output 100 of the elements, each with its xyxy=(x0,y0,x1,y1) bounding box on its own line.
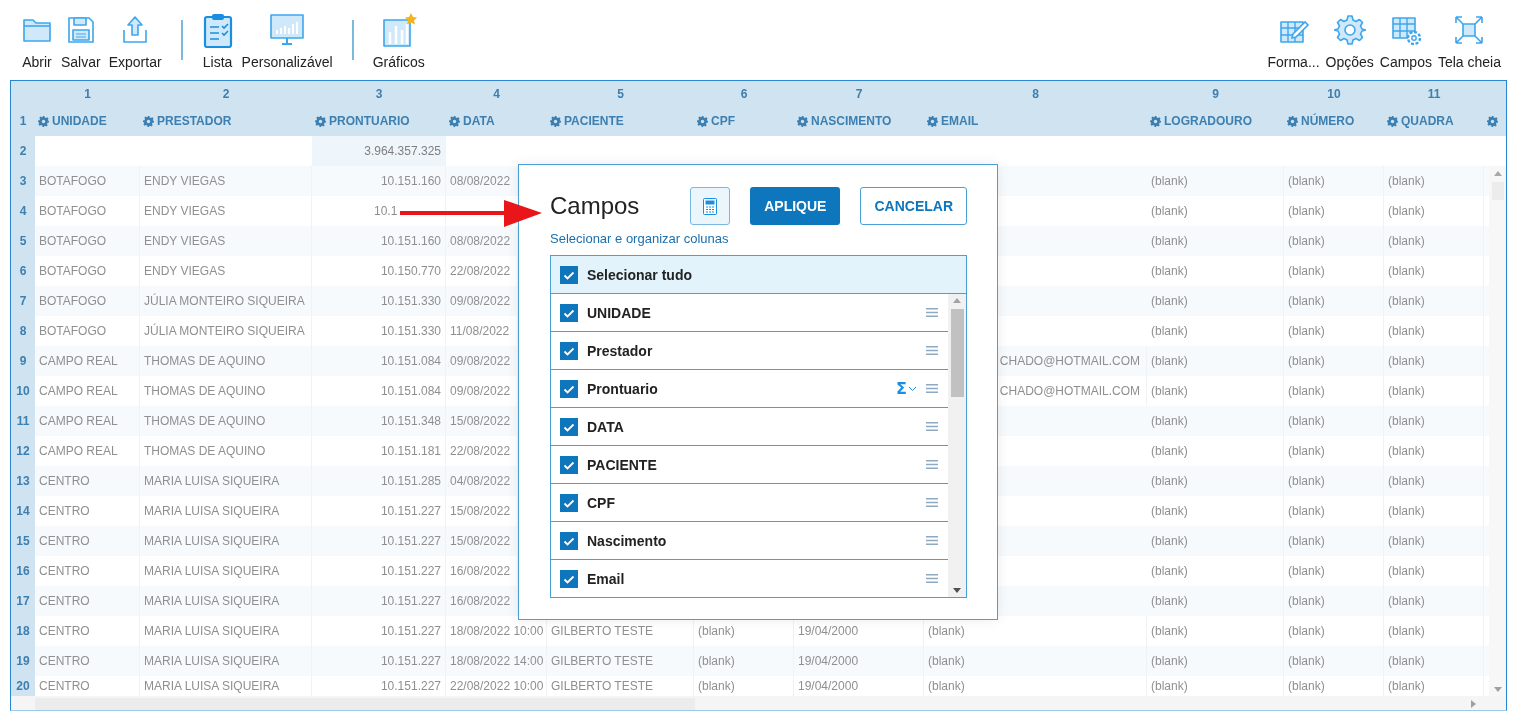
table-gear-icon xyxy=(1389,14,1422,46)
scroll-down-icon[interactable] xyxy=(953,588,961,593)
scroll-up-icon[interactable] xyxy=(953,298,961,303)
column-number: 8 xyxy=(1031,85,1040,103)
row-number: 7 xyxy=(11,286,35,316)
drag-handle-icon[interactable] xyxy=(926,536,938,545)
gear-icon xyxy=(550,115,561,127)
toolbar-button[interactable]: Opções xyxy=(1323,8,1376,74)
field-label: CPF xyxy=(587,494,616,511)
fullscreen-icon xyxy=(1453,14,1486,46)
row-number: 19 xyxy=(11,646,35,676)
row-number: 5 xyxy=(11,226,35,256)
drag-handle-icon[interactable] xyxy=(926,460,938,469)
gear-icon xyxy=(449,115,460,127)
calculator-button[interactable] xyxy=(690,187,731,225)
toolbar-button[interactable]: Tela cheia xyxy=(1435,8,1503,74)
row-number: 18 xyxy=(11,616,35,646)
drag-handle-icon[interactable] xyxy=(926,308,938,317)
column-header[interactable]: PRESTADOR xyxy=(140,106,312,136)
checkbox[interactable] xyxy=(560,303,578,322)
scrollbar[interactable] xyxy=(948,294,966,597)
calculator-icon xyxy=(703,197,718,215)
checkbox[interactable] xyxy=(560,531,578,550)
select-all-row[interactable]: Selecionar tudo xyxy=(551,256,966,294)
row-number: 14 xyxy=(11,496,35,526)
field-label: Email xyxy=(587,570,626,587)
column-header[interactable]: NASCIMENTO xyxy=(794,106,924,136)
column-number: 7 xyxy=(854,85,864,103)
scroll-right-icon[interactable] xyxy=(1471,699,1476,708)
drag-handle-icon[interactable] xyxy=(926,384,938,393)
row-number: 12 xyxy=(11,436,35,466)
scrollbar-thumb[interactable] xyxy=(950,309,964,397)
drag-handle-icon[interactable] xyxy=(926,346,938,355)
row-number: 20 xyxy=(11,676,35,696)
scrollbar-thumb[interactable] xyxy=(35,697,695,710)
toolbar-button[interactable]: Exportar xyxy=(105,8,165,74)
checkbox[interactable] xyxy=(560,379,578,398)
row-number: 2 xyxy=(11,136,35,166)
cancel-button[interactable]: CANCELAR xyxy=(860,187,967,225)
drag-handle-icon[interactable] xyxy=(926,574,938,583)
gear-icon xyxy=(38,115,49,127)
column-header[interactable]: PRONTUARIO xyxy=(312,106,446,136)
column-header[interactable]: UNIDADE xyxy=(35,106,140,136)
scroll-up-icon[interactable] xyxy=(1493,171,1502,176)
checkbox[interactable] xyxy=(560,341,578,360)
checkbox[interactable] xyxy=(560,455,578,474)
column-header[interactable]: PACIENTE xyxy=(547,106,694,136)
toolbar-button[interactable]: Forma... xyxy=(1265,8,1322,74)
toolbar-button[interactable]: Abrir xyxy=(18,8,56,74)
row-number: 15 xyxy=(11,526,35,556)
caret-icon xyxy=(908,385,917,392)
column-header[interactable]: QUADRA xyxy=(1384,106,1484,136)
clipboard-icon xyxy=(201,12,234,48)
row-number: 11 xyxy=(11,406,35,436)
checkbox[interactable] xyxy=(560,493,578,512)
column-number: 3 xyxy=(374,85,384,103)
gear-icon xyxy=(1287,115,1298,127)
column-number: 9 xyxy=(1211,85,1220,103)
column-header[interactable]: DATA xyxy=(446,106,547,136)
field-label: PACIENTE xyxy=(587,456,658,473)
gear-icon xyxy=(797,115,808,127)
row-number: 3 xyxy=(11,166,35,196)
scrollbar[interactable] xyxy=(1489,166,1506,696)
toolbar-button[interactable]: Salvar xyxy=(58,8,104,74)
toolbar-button[interactable]: Lista xyxy=(198,8,237,74)
chart-star-icon xyxy=(380,12,417,48)
gear-icon xyxy=(315,115,326,127)
checkbox[interactable] xyxy=(560,417,578,436)
gear-icon xyxy=(1333,14,1366,46)
column-number: 5 xyxy=(616,85,625,103)
checkbox[interactable] xyxy=(560,569,578,588)
field-label: Prestador xyxy=(587,342,654,359)
row-number: 13 xyxy=(11,466,35,496)
column-header[interactable]: CPF xyxy=(694,106,794,136)
column-number: 6 xyxy=(739,85,749,103)
gear-icon xyxy=(1487,115,1498,127)
column-header[interactable]: LOGRADOURO xyxy=(1147,106,1284,136)
field-label: Nascimento xyxy=(587,532,668,549)
scrollbar[interactable] xyxy=(11,696,1506,710)
toolbar-button[interactable]: Campos xyxy=(1377,8,1434,74)
field-label: Prontuario xyxy=(587,380,659,397)
column-header[interactable]: EMAIL xyxy=(924,106,1147,136)
apply-button[interactable]: APLIQUE xyxy=(750,187,841,225)
field-label: DATA xyxy=(587,418,625,435)
column-number: 11 xyxy=(1426,85,1442,103)
gear-icon xyxy=(1150,115,1161,127)
drag-handle-icon[interactable] xyxy=(926,422,938,431)
toolbar-button[interactable]: Personalizável xyxy=(238,8,336,74)
toolbar-button[interactable]: Gráficos xyxy=(369,8,428,74)
drag-handle-icon[interactable] xyxy=(926,498,938,507)
monitor-chart-icon xyxy=(269,12,306,48)
gear-icon xyxy=(927,115,938,127)
row-number: 9 xyxy=(11,346,35,376)
total-cell: 3.964.357.325 xyxy=(312,136,446,166)
checkbox[interactable] xyxy=(560,265,578,284)
aggregate-button[interactable]: Σ xyxy=(896,379,917,398)
column-header[interactable]: NÚMERO xyxy=(1284,106,1384,136)
field-label: UNIDADE xyxy=(587,304,652,321)
column-number: 1 xyxy=(83,85,92,103)
row-number: 4 xyxy=(11,196,35,226)
